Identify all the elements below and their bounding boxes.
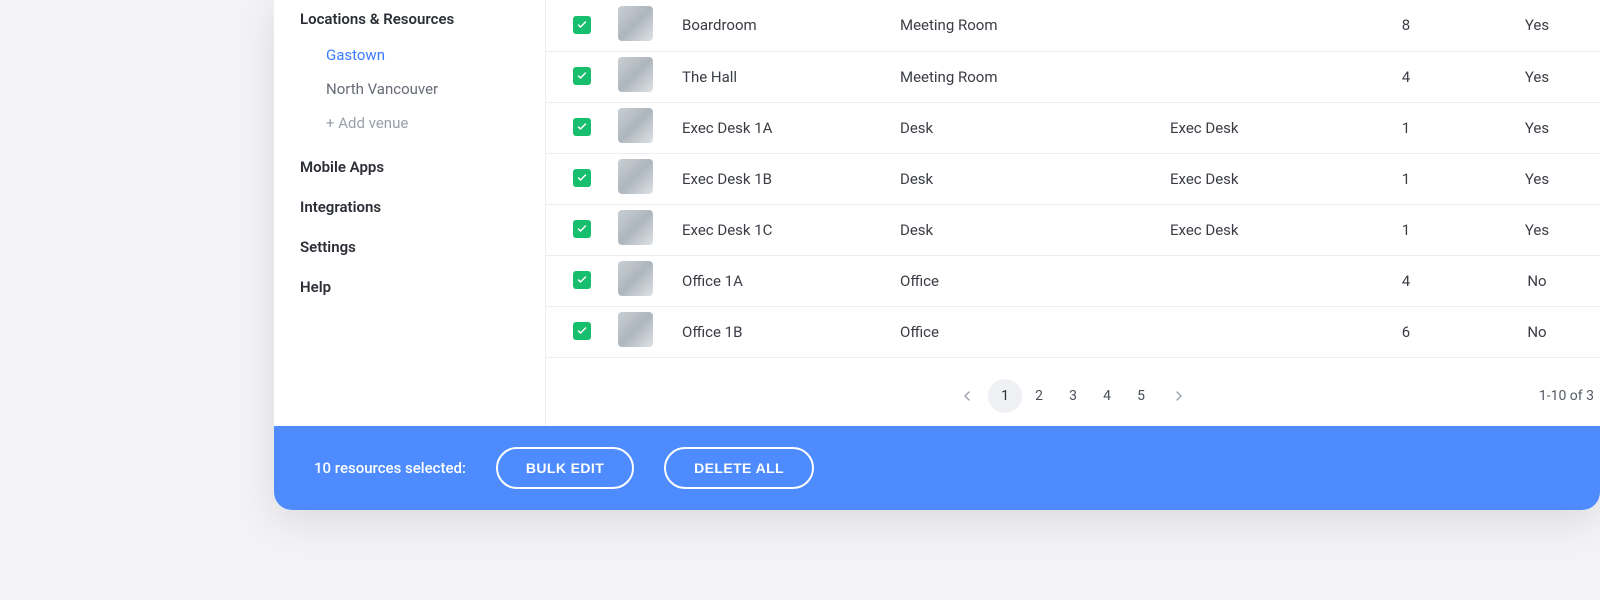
resource-available: Yes: [1525, 119, 1549, 137]
resource-thumbnail: [618, 108, 653, 143]
row-checkbox[interactable]: [573, 322, 591, 340]
resource-capacity: 4: [1402, 272, 1410, 290]
resource-name: Boardroom: [682, 16, 757, 34]
sidebar: Locations & Resources GastownNorth Vanco…: [274, 0, 546, 426]
resource-capacity: 1: [1402, 170, 1410, 188]
sidebar-heading-locations[interactable]: Locations & Resources: [300, 0, 525, 38]
page-number[interactable]: 2: [1022, 379, 1056, 413]
sidebar-nav-item[interactable]: Help: [300, 260, 525, 300]
resource-type: Office: [900, 272, 939, 290]
selection-count-label: 10 resources selected:: [314, 459, 466, 477]
app-window: Locations & Resources GastownNorth Vanco…: [274, 0, 1600, 510]
pagination-controls: 12345: [950, 379, 1196, 413]
sidebar-nav-item[interactable]: Settings: [300, 220, 525, 260]
resource-name: Exec Desk 1A: [682, 119, 772, 137]
row-checkbox[interactable]: [573, 118, 591, 136]
resource-capacity: 1: [1402, 119, 1410, 137]
chevron-left-icon: [959, 388, 975, 404]
page-prev[interactable]: [950, 379, 984, 413]
resource-row[interactable]: The Hall Meeting Room 4 Yes: [546, 51, 1600, 102]
page-number[interactable]: 3: [1056, 379, 1090, 413]
resource-table: Boardroom Meeting Room 8 Yes The Hall Meeting…: [546, 0, 1600, 366]
resource-row[interactable]: Exec Desk 1C Desk Exec Desk 1 Yes: [546, 204, 1600, 255]
resource-available: No: [1527, 323, 1546, 341]
sidebar-nav-item[interactable]: Integrations: [300, 180, 525, 220]
resource-type: Desk: [900, 119, 933, 137]
page-number[interactable]: 1: [988, 379, 1022, 413]
resource-group: Exec Desk: [1170, 119, 1239, 137]
resource-group: Exec Desk: [1170, 170, 1239, 188]
resource-available: Yes: [1525, 170, 1549, 188]
resource-type: Desk: [900, 221, 933, 239]
check-icon: [576, 121, 588, 133]
chevron-right-icon: [1171, 388, 1187, 404]
resource-row[interactable]: Boardroom Meeting Room 8 Yes: [546, 0, 1600, 51]
bulk-edit-button[interactable]: BULK EDIT: [496, 447, 634, 489]
sidebar-venue-item[interactable]: North Vancouver: [300, 72, 525, 106]
pagination-range: 1-10 of 3: [1539, 388, 1594, 404]
resource-name: Office 1B: [682, 323, 742, 341]
pagination: 12345 1-10 of 3: [546, 366, 1600, 426]
check-icon: [576, 172, 588, 184]
resource-row[interactable]: Exec Desk 1B Desk Exec Desk 1 Yes: [546, 153, 1600, 204]
row-checkbox[interactable]: [573, 16, 591, 34]
row-checkbox[interactable]: [573, 271, 591, 289]
check-icon: [576, 223, 588, 235]
sidebar-add-venue[interactable]: + Add venue: [300, 106, 525, 140]
main-panel: Boardroom Meeting Room 8 Yes The Hall Meeting…: [546, 0, 1600, 426]
page-number[interactable]: 4: [1090, 379, 1124, 413]
resource-group: Exec Desk: [1170, 221, 1239, 239]
resource-thumbnail: [618, 210, 653, 245]
content-area: Locations & Resources GastownNorth Vanco…: [274, 0, 1600, 426]
resource-name: Office 1A: [682, 272, 743, 290]
resource-type: Desk: [900, 170, 933, 188]
resource-available: Yes: [1525, 16, 1549, 34]
resource-name: The Hall: [682, 68, 737, 86]
resource-row[interactable]: Office 1B Office 6 No: [546, 306, 1600, 357]
resource-available: No: [1527, 272, 1546, 290]
page-number[interactable]: 5: [1124, 379, 1158, 413]
resource-capacity: 6: [1402, 323, 1410, 341]
resource-type: Meeting Room: [900, 68, 998, 86]
sidebar-nav-item[interactable]: Mobile Apps: [300, 140, 525, 180]
page-next[interactable]: [1162, 379, 1196, 413]
resource-row[interactable]: Office 1A Office 4 No: [546, 255, 1600, 306]
resource-type: Meeting Room: [900, 16, 998, 34]
resource-thumbnail: [618, 261, 653, 296]
resource-capacity: 8: [1402, 16, 1410, 34]
delete-all-button[interactable]: DELETE ALL: [664, 447, 814, 489]
resource-thumbnail: [618, 159, 653, 194]
check-icon: [576, 70, 588, 82]
resource-type: Office: [900, 323, 939, 341]
row-checkbox[interactable]: [573, 220, 591, 238]
sidebar-venue-item[interactable]: Gastown: [300, 38, 525, 72]
resource-name: Exec Desk 1C: [682, 221, 772, 239]
selection-bar: 10 resources selected: BULK EDIT DELETE …: [274, 426, 1600, 510]
resource-available: Yes: [1525, 221, 1549, 239]
row-checkbox[interactable]: [573, 169, 591, 187]
resource-row[interactable]: Exec Desk 1A Desk Exec Desk 1 Yes: [546, 102, 1600, 153]
resource-capacity: 1: [1402, 221, 1410, 239]
resource-name: Exec Desk 1B: [682, 170, 772, 188]
resource-available: Yes: [1525, 68, 1549, 86]
resource-capacity: 4: [1402, 68, 1410, 86]
row-checkbox[interactable]: [573, 67, 591, 85]
check-icon: [576, 325, 588, 337]
resource-thumbnail: [618, 57, 653, 92]
check-icon: [576, 274, 588, 286]
resource-thumbnail: [618, 312, 653, 347]
check-icon: [576, 19, 588, 31]
resource-thumbnail: [618, 6, 653, 41]
